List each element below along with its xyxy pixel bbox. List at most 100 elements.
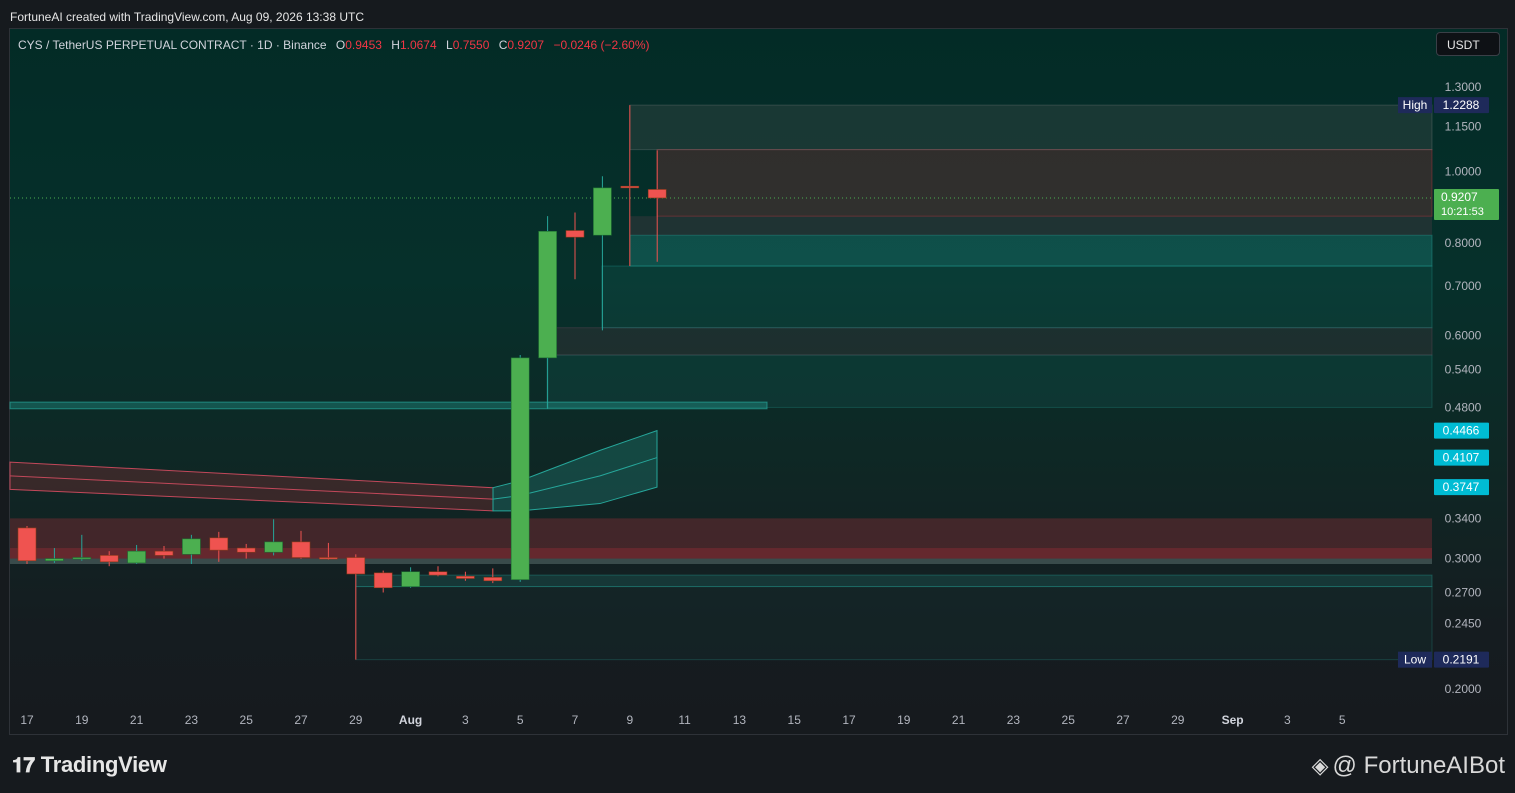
candle-down <box>99 555 119 563</box>
x-tick-label: 7 <box>572 713 579 727</box>
x-tick-label: 23 <box>1007 713 1021 727</box>
candle-up <box>45 558 64 562</box>
candle-up <box>72 557 92 560</box>
zone-left-teal <box>9 401 768 410</box>
y-tick-label: 0.3400 <box>1445 511 1482 525</box>
author-handle-text: @ FortuneAIBot <box>1332 752 1505 779</box>
high-price-label: 1.2288 <box>1443 98 1480 112</box>
tradingview-mark-icon: 𝟏𝟕 <box>12 754 35 777</box>
indicator-level-label: 0.4466 <box>1443 424 1480 438</box>
x-tick-label: 25 <box>1062 713 1076 727</box>
low-label: L <box>446 38 453 52</box>
candle-down <box>620 185 640 189</box>
candle-down <box>319 557 338 560</box>
x-tick-label: 21 <box>952 713 966 727</box>
x-tick-label: 17 <box>842 713 856 727</box>
y-tick-label: 0.3000 <box>1445 552 1482 566</box>
x-tick-label: 27 <box>1116 713 1130 727</box>
zone-mid <box>546 354 1433 408</box>
zone-mid-red <box>546 327 1433 356</box>
zone-fvg-teal <box>629 234 1433 267</box>
low-price-label: 0.2191 <box>1443 653 1480 667</box>
candle-down <box>291 541 311 558</box>
candle-down <box>647 189 667 199</box>
currency-button[interactable]: USDT <box>1436 32 1500 56</box>
x-tick-label: Aug <box>399 713 422 727</box>
zone-low <box>355 586 1433 661</box>
change-value: −0.0246 (−2.60%) <box>553 38 650 52</box>
x-tick-label: 23 <box>185 713 199 727</box>
candle-down <box>346 557 366 575</box>
x-tick-label: 17 <box>20 713 34 727</box>
candle-up <box>510 357 530 580</box>
candle-down <box>209 537 229 551</box>
zone-teal-strip <box>10 558 1432 565</box>
candle-up <box>538 231 557 359</box>
x-tick-label: 3 <box>462 713 469 727</box>
symbol-legend: CYS / TetherUS PERPETUAL CONTRACT · 1D ·… <box>18 38 650 52</box>
y-tick-label: 0.2450 <box>1445 617 1482 631</box>
x-tick-label: 19 <box>75 713 89 727</box>
candle-down <box>456 575 475 579</box>
x-tick-label: 5 <box>1339 713 1346 727</box>
y-tick-label: 0.2700 <box>1445 585 1482 599</box>
candle-up <box>182 538 201 555</box>
zone-upper-teal <box>601 265 1433 329</box>
candle-up <box>127 550 146 564</box>
y-tick-label: 0.8000 <box>1445 236 1482 250</box>
last-price-countdown: 10:21:53 <box>1441 206 1484 218</box>
zone-high <box>629 104 1433 151</box>
y-tick-label: 0.7000 <box>1445 279 1482 293</box>
open-label: O <box>335 38 346 52</box>
zone-grey <box>630 216 1432 236</box>
candle-down <box>17 527 37 562</box>
x-tick-label: Sep <box>1222 713 1244 727</box>
tradingview-brand: TradingView <box>40 752 167 777</box>
x-tick-label: 27 <box>294 713 308 727</box>
candle-up <box>264 541 283 553</box>
x-tick-label: 3 <box>1284 713 1291 727</box>
y-tick-label: 1.0000 <box>1445 164 1482 178</box>
binance-diamond-icon: ◈ <box>1311 753 1329 778</box>
indicator-level-label: 0.4107 <box>1443 451 1480 465</box>
candle-up <box>593 187 612 236</box>
y-tick-label: 0.6000 <box>1445 329 1482 343</box>
candle-down <box>565 230 585 238</box>
tradingview-logo[interactable]: 𝟏𝟕 TradingView <box>12 752 167 778</box>
high-label: H <box>391 38 400 52</box>
red-channel <box>9 461 494 512</box>
candle-down <box>483 577 503 582</box>
x-tick-label: 15 <box>788 713 802 727</box>
x-tick-label: 21 <box>130 713 144 727</box>
last-price-value: 0.9207 <box>1441 190 1478 204</box>
y-tick-label: 0.4800 <box>1445 400 1482 414</box>
symbol-title[interactable]: CYS / TetherUS PERPETUAL CONTRACT · 1D ·… <box>18 38 327 52</box>
candle-up <box>401 571 420 587</box>
y-tick-label: 1.3000 <box>1445 80 1482 94</box>
x-tick-label: 19 <box>897 713 911 727</box>
zone-red-top <box>656 149 1433 217</box>
candle-down <box>373 572 393 589</box>
candle-down <box>154 550 174 556</box>
chart-svg[interactable]: 1.3000 1.1500 1.0000 0.8000 0.7000 0.6000 0.54… <box>0 0 1515 793</box>
candle-down <box>236 547 256 553</box>
y-tick-label: 1.1500 <box>1445 119 1482 133</box>
low-price-label-tag: Low <box>1404 653 1426 667</box>
author-handle: ◈ @ FortuneAIBot <box>1312 752 1505 780</box>
high-price-label-tag: High <box>1403 98 1428 112</box>
x-tick-label: 29 <box>349 713 363 727</box>
y-tick-label: 0.2000 <box>1445 682 1482 696</box>
x-tick-label: 29 <box>1171 713 1185 727</box>
x-tick-label: 5 <box>517 713 524 727</box>
x-tick-label: 25 <box>240 713 254 727</box>
x-tick-label: 11 <box>678 713 691 727</box>
y-tick-label: 0.5400 <box>1445 363 1482 377</box>
low-value: 0.7550 <box>452 38 490 52</box>
indicator-level-label: 0.3747 <box>1443 480 1480 494</box>
open-value: 0.9453 <box>345 38 382 52</box>
candle-down <box>428 571 448 576</box>
high-value: 1.0674 <box>399 38 437 52</box>
x-tick-label: 9 <box>626 713 633 727</box>
x-tick-label: 13 <box>733 713 747 727</box>
close-value: 0.9207 <box>507 38 545 52</box>
